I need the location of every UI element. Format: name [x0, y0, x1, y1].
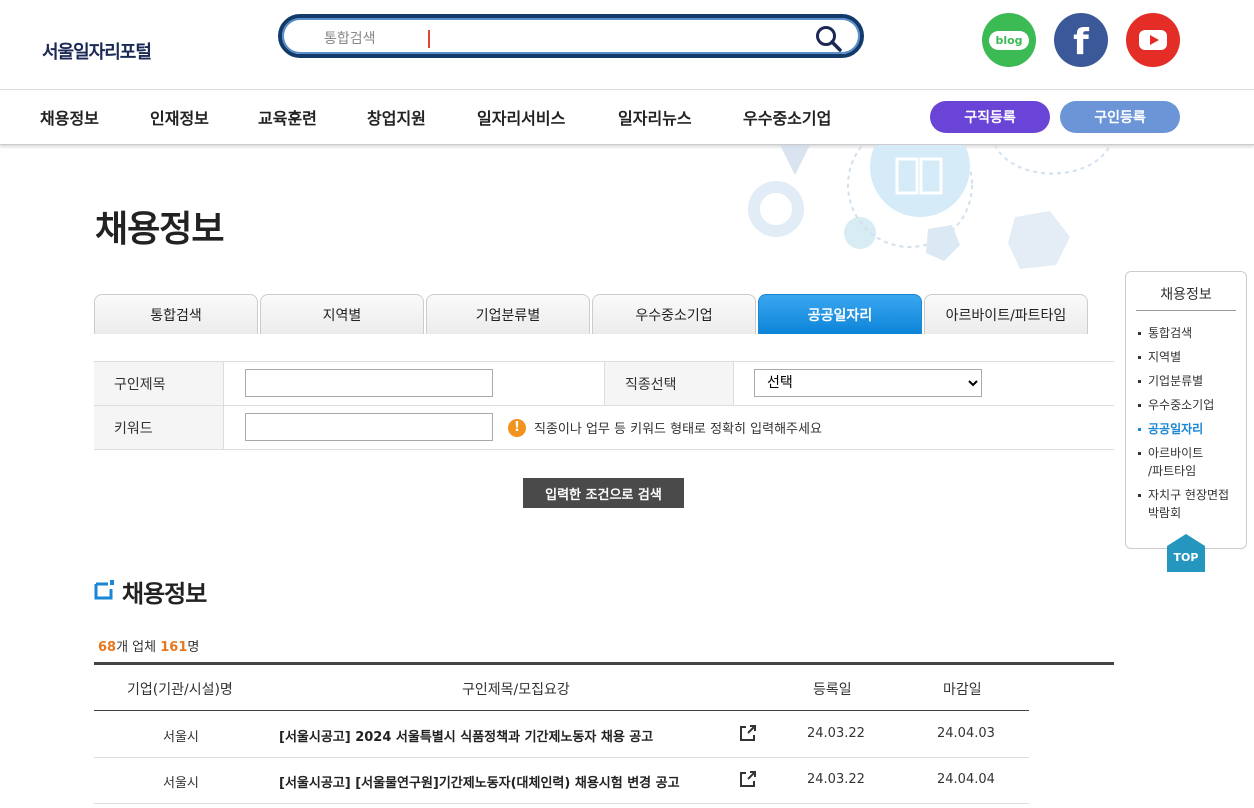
external-link-icon[interactable]	[739, 770, 757, 788]
quick-menu-title: 채용정보	[1160, 287, 1212, 303]
company-count: 68	[98, 640, 117, 655]
tab-part-time[interactable]: 아르바이트/파트타임	[924, 294, 1088, 334]
table-top-border	[94, 662, 1114, 665]
employer-register-button[interactable]: 구인등록	[1060, 101, 1180, 133]
quick-item-public-jobs[interactable]: 공공일자리	[1138, 420, 1242, 438]
column-header-title: 구인제목/모집요강	[462, 682, 570, 698]
nav-item-recruitment[interactable]: 채용정보	[40, 105, 99, 129]
quick-item-job-fair[interactable]: 자치구 현장면접 박람회	[1138, 486, 1242, 522]
quick-item-sme[interactable]: 우수중소기업	[1138, 396, 1242, 414]
search-bar	[278, 14, 864, 58]
scroll-top-label: TOP	[1173, 551, 1199, 564]
keyword-input[interactable]	[245, 413, 493, 441]
tab-integrated-search[interactable]: 통합검색	[94, 294, 258, 334]
nav-item-talent[interactable]: 인재정보	[150, 105, 209, 129]
blog-icon-label: blog	[989, 30, 1029, 50]
nav-item-sme[interactable]: 우수중소기업	[743, 105, 831, 129]
nav-item-startup[interactable]: 창업지원	[367, 105, 426, 129]
scroll-top-button[interactable]: TOP	[1167, 534, 1205, 572]
quick-item-integrated-search[interactable]: 통합검색	[1138, 324, 1242, 342]
section-title: 채용정보	[122, 580, 207, 608]
quick-item-by-company-type[interactable]: 기업분류별	[1138, 372, 1242, 390]
row-reg-date: 24.03.22	[807, 772, 865, 787]
form-row-keyword: 키워드 ! 직종이나 업무 등 키워드 형태로 정확히 입력해주세요	[94, 405, 1114, 449]
tab-public-jobs[interactable]: 공공일자리	[758, 294, 922, 334]
category-tabs: 통합검색 지역별 기업분류별 우수중소기업 공공일자리 아르바이트/파트타임	[94, 294, 1114, 336]
people-count: 161	[160, 640, 188, 655]
facebook-icon[interactable]: f	[1054, 13, 1108, 67]
job-category-select[interactable]: 선택	[754, 369, 982, 397]
blog-icon[interactable]: blog	[982, 13, 1036, 67]
job-category-label: 직종선택	[604, 362, 734, 405]
youtube-play-icon	[1139, 30, 1167, 50]
row-org: 서울시	[163, 776, 199, 791]
row-due-date: 24.04.04	[937, 772, 995, 787]
column-header-reg-date: 등록일	[813, 682, 852, 698]
table-row: 서울시 [서울시공고] [서울물연구원]기간제노동자(대체인력) 채용시험 변경…	[94, 757, 1029, 804]
search-submit-button[interactable]: 입력한 조건으로 검색	[523, 478, 684, 508]
text-caret	[428, 30, 430, 48]
column-header-org: 기업(기관/시설)명	[127, 682, 233, 698]
nav-item-job-news[interactable]: 일자리뉴스	[618, 105, 692, 129]
header-decoration	[748, 145, 1111, 269]
page-title: 채용정보	[95, 209, 224, 250]
tab-by-region[interactable]: 지역별	[260, 294, 424, 334]
column-header-due-date: 마감일	[943, 682, 982, 698]
quick-menu: 채용정보 통합검색 지역별 기업분류별 우수중소기업 공공일자리 아르바이트 /…	[1125, 271, 1247, 549]
row-org: 서울시	[163, 730, 199, 745]
job-title-label: 구인제목	[94, 362, 224, 405]
table-row: 서울시 [서울시공고] 2024 서울특별시 식품정책과 기간제노동자 채용 공…	[94, 711, 1029, 758]
job-seeker-register-button[interactable]: 구직등록	[930, 101, 1050, 133]
site-logo[interactable]: 서울일자리포털	[42, 38, 152, 64]
section-title-icon	[94, 580, 114, 600]
search-icon[interactable]	[814, 24, 844, 54]
row-title-link[interactable]: [서울시공고] 2024 서울특별시 식품정책과 기간제노동자 채용 공고	[279, 726, 724, 745]
row-title-link[interactable]: [서울시공고] [서울물연구원]기간제노동자(대체인력) 채용시험 변경 공고	[279, 772, 724, 791]
company-count-unit: 개 업체	[116, 640, 157, 655]
warning-icon: !	[508, 418, 526, 437]
quick-item-part-time[interactable]: 아르바이트 /파트타임	[1138, 444, 1242, 480]
youtube-icon[interactable]	[1126, 13, 1180, 67]
nav-item-job-service[interactable]: 일자리서비스	[477, 105, 565, 129]
keyword-label: 키워드	[94, 406, 224, 449]
quick-item-by-region[interactable]: 지역별	[1138, 348, 1242, 366]
people-count-unit: 명	[187, 640, 200, 655]
nav-item-training[interactable]: 교육훈련	[258, 105, 317, 129]
external-link-icon[interactable]	[739, 724, 757, 742]
facebook-icon-label: f	[1073, 21, 1089, 63]
tab-by-company-type[interactable]: 기업분류별	[426, 294, 590, 334]
row-reg-date: 24.03.22	[807, 726, 865, 741]
search-form: 구인제목 직종선택 선택 키워드 ! 직종이나 업무 등 키워드 형태로 정확히…	[94, 361, 1114, 450]
form-row-title: 구인제목 직종선택 선택	[94, 362, 1114, 405]
main-navigation: 채용정보 인재정보 교육훈련 창업지원 일자리서비스 일자리뉴스 우수중소기업 …	[0, 90, 1254, 145]
tab-sme[interactable]: 우수중소기업	[592, 294, 756, 334]
keyword-hint: ! 직종이나 업무 등 키워드 형태로 정확히 입력해주세요	[508, 418, 822, 437]
quick-menu-divider	[1136, 310, 1236, 311]
keyword-hint-text: 직종이나 업무 등 키워드 형태로 정확히 입력해주세요	[534, 422, 822, 437]
job-title-input[interactable]	[245, 369, 493, 397]
result-count: 68개 업체 161명	[98, 636, 199, 655]
row-due-date: 24.04.03	[937, 726, 995, 741]
search-input[interactable]	[322, 26, 806, 52]
